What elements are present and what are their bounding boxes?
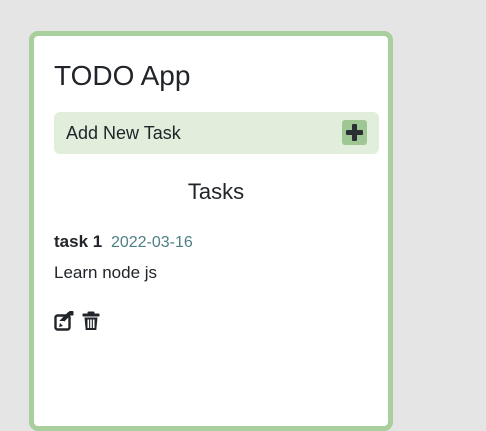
edit-task-button[interactable]: [54, 311, 74, 331]
delete-task-button[interactable]: [81, 311, 101, 331]
edit-icon: [54, 311, 74, 331]
task-actions: [54, 311, 104, 333]
add-task-toggle[interactable]: Add New Task: [54, 112, 379, 154]
task-description: Learn node js: [54, 263, 158, 282]
todo-card: TODO App Add New Task Tasks task 1 2022-…: [29, 31, 393, 431]
task-date: 2022-03-16: [110, 234, 193, 251]
task-name: task 1: [54, 232, 103, 251]
add-task-label: Add New Task: [66, 123, 181, 143]
plus-icon: [346, 124, 363, 141]
task-item: task 1 2022-03-16 Learn node js: [54, 231, 374, 331]
add-task-button[interactable]: [342, 120, 367, 145]
trash-icon: [82, 311, 100, 330]
app-title: TODO App: [54, 60, 191, 91]
task-header: task 1 2022-03-16: [54, 231, 374, 254]
tasks-heading: Tasks: [187, 179, 245, 204]
